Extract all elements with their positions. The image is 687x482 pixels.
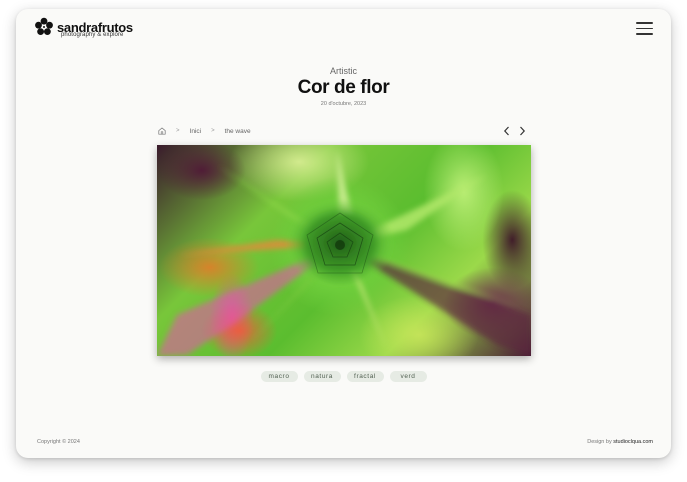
tag-list: macro natura fractal verd	[16, 371, 671, 382]
page-title: Cor de flor	[297, 77, 390, 98]
hamburger-menu-icon	[636, 22, 653, 24]
chevron-left-icon[interactable]	[503, 126, 510, 136]
copyright-text: Copyright © 2024	[37, 439, 80, 445]
post-category: Artistic	[330, 66, 357, 76]
tag-macro[interactable]: macro	[260, 371, 298, 382]
gallery-navigation	[503, 126, 526, 136]
breadcrumb: > Inici > the wave	[158, 127, 251, 135]
design-credit-prefix: Design by	[587, 439, 612, 445]
page-card: sandrafrutos photography & explore Artis…	[16, 9, 671, 458]
design-credit-link[interactable]: studioclqua.com	[613, 439, 653, 445]
brand-tagline: photography & explore	[61, 32, 124, 38]
home-icon[interactable]	[158, 127, 166, 135]
tag-natura[interactable]: natura	[303, 371, 341, 382]
featured-photo[interactable]	[157, 145, 531, 356]
breadcrumb-item-inici[interactable]: Inici	[190, 128, 202, 135]
breadcrumb-item-current: the wave	[224, 127, 251, 135]
breadcrumb-separator: >	[211, 128, 215, 134]
post-date: 20 d'octubre, 2023	[320, 101, 367, 107]
post-heading: Artistic Cor de flor 20 d'octubre, 2023	[16, 66, 671, 107]
tag-fractal[interactable]: fractal	[346, 371, 384, 382]
design-credit: Design by studioclqua.com	[587, 439, 653, 445]
succulent-rosette-image	[157, 150, 531, 356]
tag-verd[interactable]: verd	[389, 371, 427, 382]
breadcrumb-separator: >	[176, 128, 180, 134]
menu-button[interactable]	[636, 22, 653, 35]
flower-icon	[35, 17, 53, 35]
chevron-right-icon[interactable]	[519, 126, 526, 136]
